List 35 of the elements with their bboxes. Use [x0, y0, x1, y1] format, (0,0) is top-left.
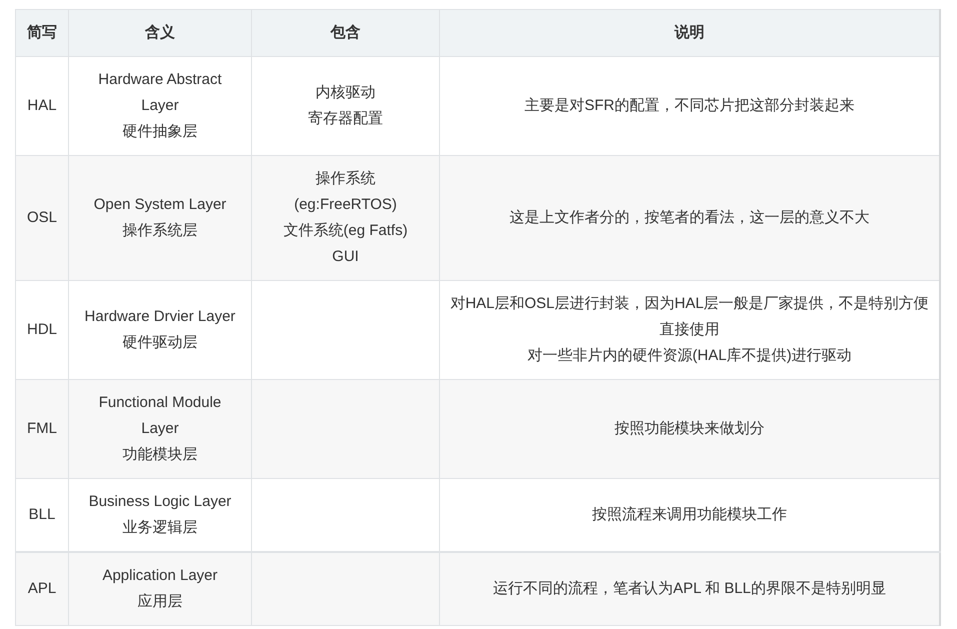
abbreviation-text: BLL: [28, 506, 56, 523]
meaning-text: Application Layer: [102, 567, 218, 584]
contents-text: 内核驱动: [316, 84, 376, 101]
meaning-text: Hardware Drvier Layer: [84, 308, 236, 325]
meaning-text: 硬件驱动层: [122, 334, 198, 351]
contents-text: 操作系统: [316, 170, 376, 187]
meaning-text: Functional Module Layer: [98, 394, 222, 437]
meaning-text: 应用层: [138, 593, 182, 610]
meaning-text: Business Logic Layer: [88, 493, 232, 510]
meaning-text: Hardware Abstract Layer: [98, 71, 222, 114]
description-text: 运行不同的流程，笔者认为APL 和 BLL的界限不是特别明显: [493, 580, 886, 597]
contents-text: 文件系统(eg Fatfs): [283, 222, 408, 239]
column-header: 包含: [330, 24, 360, 41]
abbreviation-text: FML: [27, 420, 57, 437]
description-text: 主要是对SFR的配置，不同芯片把这部分封装起来: [524, 97, 854, 114]
column-header: 说明: [674, 24, 704, 41]
column-header: 含义: [145, 24, 175, 41]
contents-text: GUI: [332, 248, 359, 265]
abbreviation-text: HAL: [27, 97, 57, 114]
description-text: 对HAL层和OSL层进行封装，因为HAL层一般是厂家提供，不是特别方便直接使用: [450, 295, 929, 338]
meaning-text: 操作系统层: [122, 222, 198, 239]
abbreviation-text: HDL: [26, 321, 57, 338]
column-header: 简写: [27, 24, 57, 41]
description-text: 按照流程来调用功能模块工作: [592, 506, 787, 523]
abbreviation-text: APL: [28, 580, 56, 597]
description-text: 这是上文作者分的，按笔者的看法，这一层的意义不大: [510, 209, 870, 226]
abbreviation-text: OSL: [26, 209, 57, 226]
description-text: 按照功能模块来做划分: [614, 420, 764, 437]
description-text: 对一些非片内的硬件资源(HAL库不提供)进行驱动: [527, 347, 852, 364]
meaning-text: Open System Layer: [94, 196, 226, 213]
contents-text: (eg:FreeRTOS): [294, 196, 397, 213]
meaning-text: 业务逻辑层: [122, 519, 198, 536]
meaning-text: 功能模块层: [122, 446, 198, 463]
meaning-text: 硬件抽象层: [122, 123, 198, 140]
contents-text: 寄存器配置: [308, 110, 383, 127]
